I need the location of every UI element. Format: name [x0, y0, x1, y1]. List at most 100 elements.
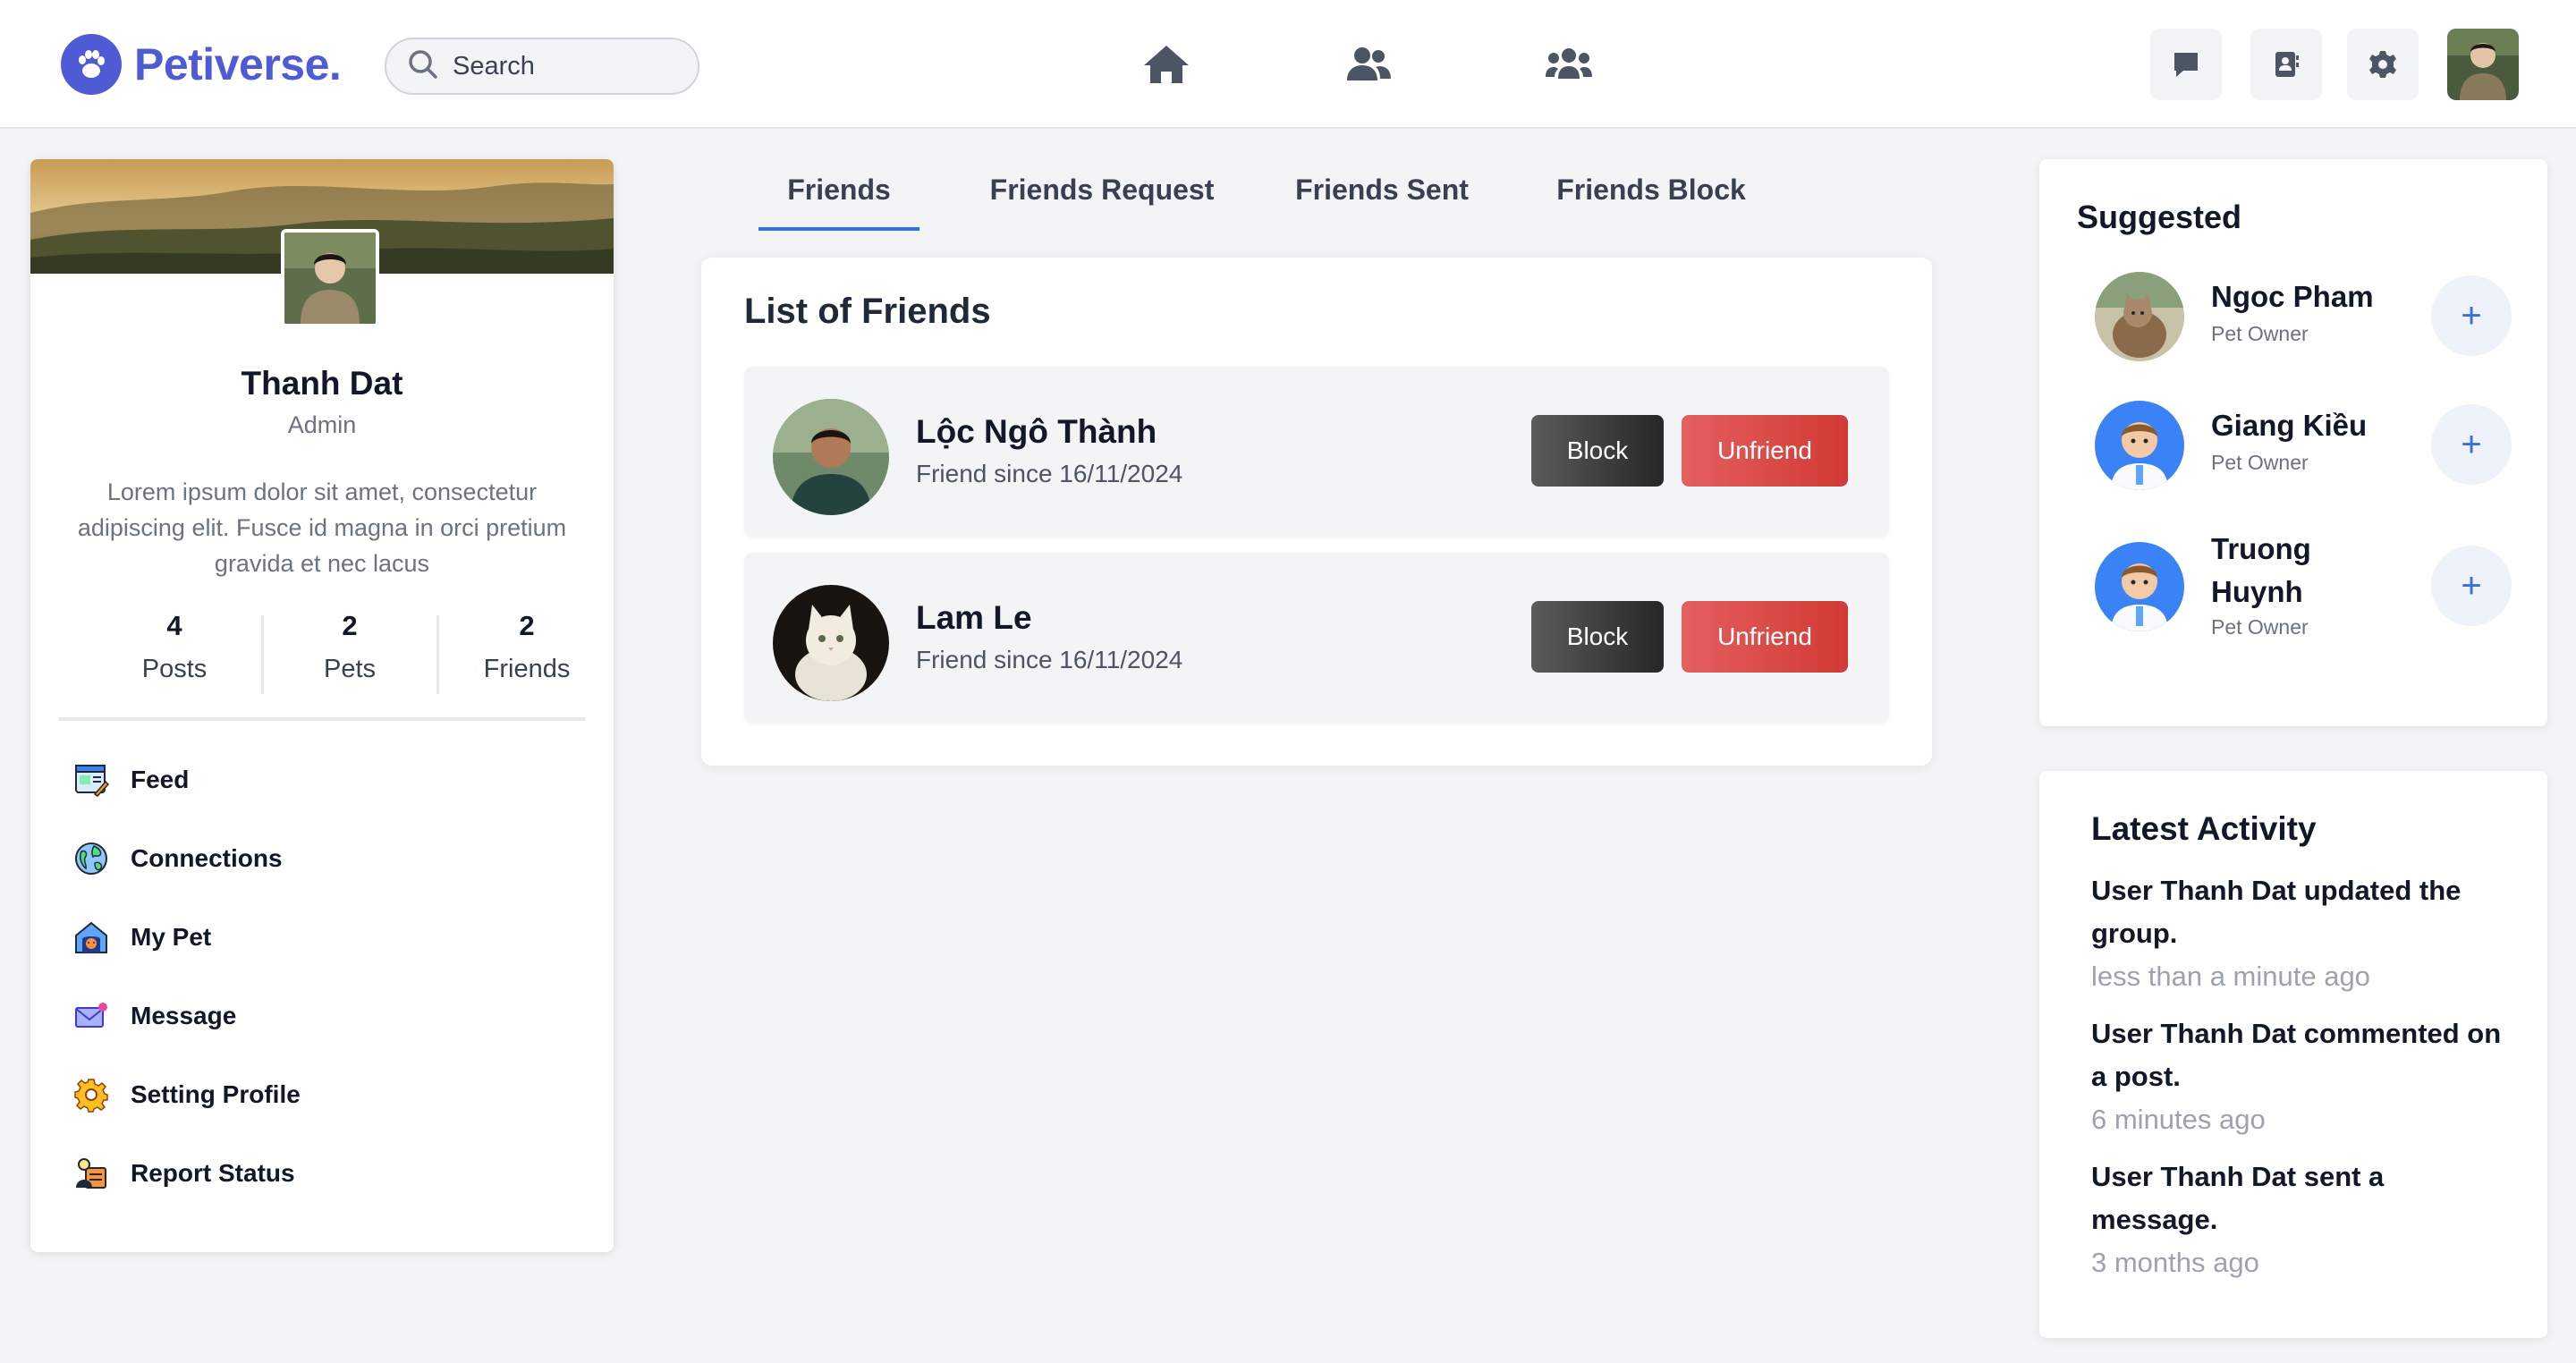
add-friend-button[interactable]: + — [2431, 275, 2512, 356]
activity-text: User Thanh Dat commented on a post. — [2091, 1018, 2502, 1092]
suggested-avatar[interactable] — [2095, 272, 2184, 361]
search-bar[interactable] — [385, 38, 699, 95]
activity-item: User Thanh Dat sent a message. 3 months … — [2091, 1156, 2512, 1284]
stat-label: Pets — [323, 655, 377, 683]
divider — [59, 717, 585, 721]
sidebar-item-my-pet[interactable]: My Pet — [72, 898, 590, 977]
suggested-item: Ngoc Pham Pet Owner + — [2095, 272, 2529, 361]
suggested-avatar[interactable] — [2095, 401, 2184, 490]
stat-divider — [436, 615, 439, 694]
report-icon — [72, 1154, 111, 1193]
stat-pets[interactable]: 2 Pets — [265, 610, 435, 684]
tab-friends-request[interactable]: Friends Request — [977, 174, 1227, 231]
plus-icon: + — [2461, 565, 2482, 605]
sidebar-item-label: Connections — [131, 844, 283, 872]
sidebar-menu: Feed Connections My Pet Message Setting … — [72, 741, 590, 1213]
stat-value: 2 — [519, 610, 535, 641]
user-avatar[interactable] — [2447, 29, 2519, 100]
unfriend-button[interactable]: Unfriend — [1682, 601, 1848, 673]
pet-house-icon — [72, 918, 111, 957]
groups-icon[interactable] — [1542, 39, 1596, 89]
friend-avatar[interactable] — [773, 399, 889, 515]
suggested-name[interactable]: Giang Kiều — [2211, 404, 2381, 447]
plus-icon: + — [2461, 424, 2482, 464]
sidebar-item-setting-profile[interactable]: Setting Profile — [72, 1055, 590, 1134]
suggested-name[interactable]: Truong Huynh — [2211, 528, 2381, 614]
friend-name[interactable]: Lam Le — [916, 599, 1032, 637]
stat-divider — [261, 615, 264, 694]
sidebar-item-label: Message — [131, 1002, 237, 1029]
activity-text: User Thanh Dat updated the group. — [2091, 875, 2462, 949]
sidebar-item-label: Setting Profile — [131, 1080, 301, 1108]
paw-icon — [61, 34, 122, 95]
activity-text: User Thanh Dat sent a message. — [2091, 1161, 2385, 1235]
home-icon[interactable] — [1140, 39, 1193, 89]
contacts-icon — [2275, 52, 2299, 77]
suggested-item: Giang Kiều Pet Owner + — [2095, 401, 2529, 490]
friend-since: Friend since 16/11/2024 — [916, 646, 1183, 673]
sidebar-item-report-status[interactable]: Report Status — [72, 1134, 590, 1213]
search-icon — [408, 49, 438, 84]
friend-since: Friend since 16/11/2024 — [916, 460, 1183, 487]
suggested-avatar[interactable] — [2095, 542, 2184, 631]
tab-friends-sent[interactable]: Friends Sent — [1277, 174, 1487, 231]
sidebar-item-feed[interactable]: Feed — [72, 741, 590, 819]
block-button[interactable]: Block — [1531, 601, 1664, 673]
brand-logo[interactable]: Petiverse. — [61, 34, 342, 95]
profile-role: Admin — [287, 411, 357, 438]
settings-icon — [2369, 51, 2396, 78]
activity-time: less than a minute ago — [2091, 961, 2370, 992]
latest-activity-card: Latest Activity User Thanh Dat updated t… — [2039, 771, 2547, 1338]
friend-avatar[interactable] — [773, 585, 889, 701]
globe-icon — [72, 839, 111, 878]
profile-card: Thanh Dat Admin Lorem ipsum dolor sit am… — [30, 159, 614, 1252]
add-friend-button[interactable]: + — [2431, 546, 2512, 626]
latest-activity-title: Latest Activity — [2091, 810, 2317, 847]
activity-item: User Thanh Dat updated the group. less t… — [2091, 869, 2512, 998]
friend-name[interactable]: Lộc Ngô Thành — [916, 413, 1157, 451]
top-header: Petiverse. — [0, 0, 2576, 129]
plus-icon: + — [2461, 295, 2482, 335]
friends-list-card: List of Friends Lộc Ngô Thành Friend sin… — [701, 258, 1932, 766]
message-icon — [2174, 53, 2198, 77]
sidebar-item-label: Report Status — [131, 1159, 295, 1187]
suggested-role: Pet Owner — [2211, 615, 2309, 639]
search-input[interactable] — [453, 51, 667, 81]
tab-friends-block[interactable]: Friends Block — [1537, 174, 1766, 231]
stat-friends[interactable]: 2 Friends — [442, 610, 612, 684]
suggested-item: Truong Huynh Pet Owner + — [2095, 532, 2529, 642]
profile-bio: Lorem ipsum dolor sit amet, consectetur … — [77, 478, 567, 577]
sidebar-item-label: My Pet — [131, 923, 212, 951]
block-button[interactable]: Block — [1531, 415, 1664, 487]
settings-button[interactable] — [2347, 29, 2419, 100]
profile-avatar[interactable] — [281, 229, 379, 327]
suggested-role: Pet Owner — [2211, 322, 2309, 345]
friend-row: Lộc Ngô Thành Friend since 16/11/2024 Bl… — [744, 367, 1889, 537]
message-button[interactable] — [2150, 29, 2222, 100]
stat-value: 2 — [342, 610, 358, 641]
suggested-title: Suggested — [2077, 199, 2242, 235]
activity-time: 6 minutes ago — [2091, 1104, 2266, 1135]
friends-icon[interactable] — [1342, 39, 1395, 89]
tab-friends[interactable]: Friends — [758, 174, 919, 231]
stat-label: Posts — [141, 655, 208, 683]
unfriend-button[interactable]: Unfriend — [1682, 415, 1848, 487]
sidebar-item-message[interactable]: Message — [72, 977, 590, 1055]
stat-value: 4 — [166, 610, 182, 641]
profile-stats: 4 Posts 2 Pets 2 Friends — [89, 610, 614, 699]
friends-list-title: List of Friends — [744, 292, 991, 331]
add-friend-button[interactable]: + — [2431, 404, 2512, 485]
friend-row: Lam Le Friend since 16/11/2024 Block Unf… — [744, 553, 1889, 723]
sidebar-item-connections[interactable]: Connections — [72, 819, 590, 898]
activity-item: User Thanh Dat commented on a post. 6 mi… — [2091, 1012, 2512, 1141]
contacts-button[interactable] — [2250, 29, 2322, 100]
suggested-card: Suggested Ngoc Pham Pet Owner + Giang Ki… — [2039, 159, 2547, 726]
envelope-icon — [72, 996, 111, 1036]
feed-icon — [72, 760, 111, 800]
brand-name: Petiverse. — [134, 39, 342, 89]
stat-label: Friends — [483, 655, 571, 683]
profile-name: Thanh Dat — [241, 365, 403, 402]
suggested-name[interactable]: Ngoc Pham — [2211, 275, 2381, 318]
activity-time: 3 months ago — [2091, 1247, 2259, 1278]
stat-posts[interactable]: 4 Posts — [89, 610, 259, 684]
